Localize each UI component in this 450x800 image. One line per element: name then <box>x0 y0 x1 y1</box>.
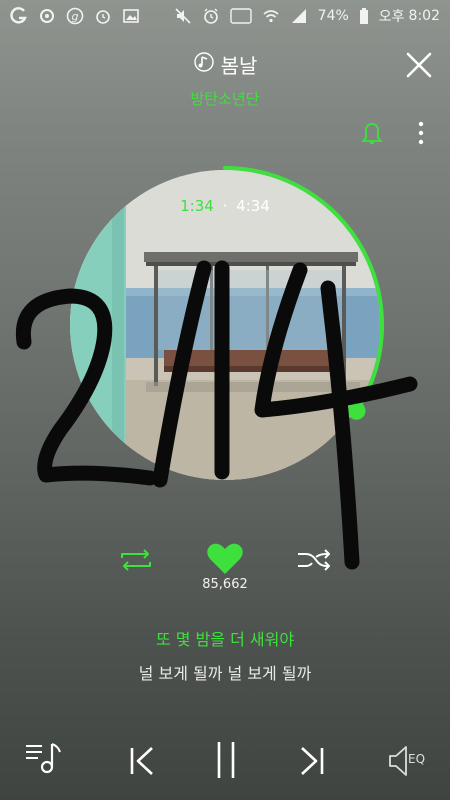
bottom-control-bar: EQ <box>0 730 450 790</box>
hd-icon <box>229 7 252 25</box>
ampm-label: 오후 <box>378 9 405 25</box>
playlist-button[interactable] <box>24 738 64 778</box>
equalizer-button[interactable]: EQ <box>388 744 432 778</box>
notification-button[interactable] <box>360 120 384 146</box>
playlist-icon <box>26 743 61 774</box>
artist-name[interactable]: 방탄소년단 <box>0 88 450 109</box>
chat-icon <box>38 7 56 25</box>
song-title: 봄날 <box>220 54 258 78</box>
g-icon: g <box>66 7 84 25</box>
gallery-icon <box>122 7 140 25</box>
alarm-icon <box>94 7 112 25</box>
like-button[interactable] <box>206 542 244 576</box>
lyric-next-line[interactable]: 널 보게 될까 널 보게 될까 <box>0 660 450 684</box>
playback-options-row <box>0 540 450 580</box>
repeat-icon <box>121 549 151 571</box>
total-time: 4:34 <box>236 197 270 215</box>
battery-icon <box>359 7 369 25</box>
lyric-current-line[interactable]: 또 몇 밤을 더 새워야 <box>0 626 450 650</box>
progress-knob <box>347 401 366 420</box>
clock-time: 8:02 <box>408 8 440 24</box>
like-count: 85,662 <box>202 577 248 592</box>
wifi-icon <box>262 7 280 25</box>
repeat-button[interactable] <box>118 548 154 572</box>
song-title-row: 봄날 <box>0 50 450 79</box>
more-options-button[interactable] <box>416 120 426 146</box>
more-vertical-icon <box>418 121 424 145</box>
signal-icon <box>290 7 308 25</box>
close-button[interactable] <box>404 50 434 80</box>
status-bar-left: g <box>10 7 140 25</box>
mute-icon <box>174 7 192 25</box>
shuffle-icon <box>298 549 330 571</box>
svg-text:g: g <box>72 10 79 23</box>
previous-button[interactable] <box>128 744 158 778</box>
pause-icon <box>217 742 235 778</box>
previous-icon <box>130 747 153 775</box>
next-button[interactable] <box>296 744 326 778</box>
time-separator: · <box>222 197 228 215</box>
heart-icon <box>207 543 243 574</box>
status-bar-right: 74% 오후 8:02 <box>174 6 440 26</box>
carrier-icon <box>10 7 28 25</box>
shuffle-button[interactable] <box>296 548 332 572</box>
close-icon <box>406 52 432 78</box>
music-note-icon <box>193 51 215 78</box>
battery-percent: 74% <box>317 8 349 24</box>
status-bar: g 74% 오후 8:02 <box>0 0 450 32</box>
next-icon <box>301 747 324 775</box>
bell-icon <box>362 123 382 144</box>
album-art-disc[interactable] <box>70 166 385 480</box>
alarm-clock-icon <box>202 7 220 25</box>
time-display: 1:34 · 4:34 <box>0 197 450 215</box>
current-time: 1:34 <box>180 197 214 215</box>
speaker-icon <box>389 746 407 776</box>
pause-button[interactable] <box>215 740 237 780</box>
eq-label: EQ <box>408 752 426 766</box>
